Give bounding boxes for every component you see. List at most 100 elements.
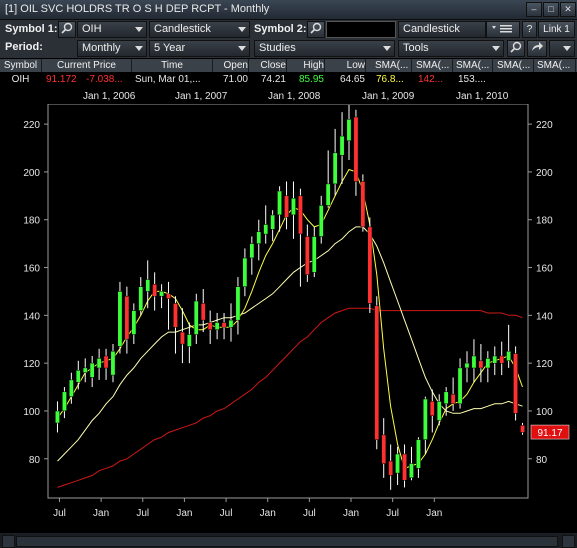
candlestick-chart[interactable]: 80 80 100 100 120 120 140 140 160 160 180 180 200 200…	[0, 103, 577, 533]
chart-window: [1] OIL SVC HOLDRS TR O S H DEP RCPT - M…	[0, 0, 577, 548]
candle-down	[207, 322, 213, 330]
quote-open: 71.00	[222, 74, 248, 85]
candle-up	[62, 391, 67, 412]
candle-down	[388, 460, 394, 476]
col-time[interactable]: Time	[132, 59, 213, 72]
tools-select[interactable]: Tools	[398, 40, 504, 57]
candle-up	[55, 410, 60, 424]
symbol2-input[interactable]	[326, 21, 396, 38]
quote-change: -7.038...	[86, 74, 123, 85]
quote-symbol: OIH	[11, 74, 30, 85]
col-sma1[interactable]: SMA(...	[375, 59, 412, 72]
candle-up	[68, 379, 74, 397]
date-label-2007: Jan 1, 2007	[175, 91, 228, 102]
maximize-button[interactable]: □	[543, 2, 559, 17]
symbol1-combo[interactable]: OIH	[77, 21, 147, 38]
chevron-down-icon	[238, 27, 246, 32]
candle-up	[346, 119, 352, 142]
chevron-down-icon	[238, 46, 246, 51]
col-symbol[interactable]: Symbol	[0, 59, 42, 72]
candle-down	[381, 434, 387, 464]
y-tick-label-left: 120	[23, 359, 40, 370]
candle-up	[457, 367, 463, 405]
candle-up	[131, 310, 137, 335]
candle-up	[291, 197, 296, 216]
quote-time: Sun, Mar 01,...	[135, 74, 201, 85]
col-low[interactable]: Low	[325, 59, 366, 72]
range-value: 5 Year	[154, 42, 186, 54]
scroll-right-button[interactable]	[562, 535, 575, 548]
scroll-thumb[interactable]	[16, 536, 558, 547]
candle-up	[263, 224, 269, 235]
col-open[interactable]: Open	[213, 59, 249, 72]
candle-up	[96, 358, 102, 369]
options-select[interactable]	[549, 40, 575, 57]
candle-down	[402, 453, 407, 481]
candle-down	[166, 293, 171, 299]
candle-down	[450, 393, 456, 405]
col-sma4[interactable]: SMA(...	[497, 59, 534, 72]
close-button[interactable]: ✕	[560, 2, 576, 17]
candle-up	[464, 362, 470, 369]
col-close[interactable]: Close	[249, 59, 287, 72]
quote-high: 85.95	[298, 74, 324, 85]
candle-up	[82, 367, 88, 373]
help-button[interactable]: ?	[522, 21, 537, 38]
candle-down	[374, 305, 380, 440]
menu-button[interactable]	[486, 21, 520, 38]
chart-type1-select[interactable]: Candlestick	[149, 21, 250, 38]
candle-up	[138, 286, 144, 311]
candle-up	[506, 350, 512, 362]
x-tick-label: Jan	[260, 508, 276, 519]
candle-down	[173, 303, 178, 328]
col-sma2[interactable]: SMA(...	[416, 59, 453, 72]
quote-row[interactable]: OIH 91.172 -7.038... Sun, Mar 01,... 71.…	[0, 73, 577, 87]
chart-type2-select[interactable]: Candlestick	[398, 21, 486, 38]
tools-value: Tools	[403, 42, 429, 54]
symbol-toolbar: Symbol 1: OIH Candlestick Symbol 2: Cand…	[0, 20, 577, 39]
date-axis-top: Jan 1, 2006 Jan 1, 2007 Jan 1, 2008 Jan …	[0, 88, 577, 104]
y-tick-label-right: 180	[536, 216, 553, 227]
candle-down	[499, 355, 505, 364]
search-icon	[61, 22, 73, 34]
chevron-down-icon	[563, 46, 571, 51]
col-current-price[interactable]: Current Price	[42, 59, 132, 72]
candle-up	[277, 190, 282, 216]
candle-down	[298, 195, 303, 235]
scroll-left-button[interactable]	[2, 535, 15, 548]
candle-up	[471, 355, 477, 369]
y-tick-label-left: 220	[23, 120, 40, 131]
symbol2-search-button[interactable]	[307, 21, 325, 38]
minimize-button[interactable]: –	[526, 2, 542, 17]
candle-up	[117, 291, 123, 347]
y-tick-label-right: 200	[536, 168, 553, 179]
candle-down	[200, 303, 206, 321]
x-tick-label: Jan	[93, 508, 109, 519]
col-sma5[interactable]: SMA(...	[537, 59, 576, 72]
candle-up	[235, 286, 241, 321]
candle-up	[311, 236, 317, 273]
title-bar[interactable]: [1] OIL SVC HOLDRS TR O S H DEP RCPT - M…	[0, 0, 577, 20]
candle-down	[353, 116, 359, 182]
candle-up	[159, 291, 164, 297]
col-sma3[interactable]: SMA(...	[456, 59, 493, 72]
period-select[interactable]: Monthly	[77, 40, 147, 57]
chart-type2-value: Candlestick	[403, 23, 460, 35]
period-value: Monthly	[82, 42, 121, 54]
dropdown-menu-icon	[492, 25, 512, 33]
y-tick-label-right: 220	[536, 120, 553, 131]
candle-up	[485, 358, 491, 369]
col-high[interactable]: High	[287, 59, 325, 72]
zoom-in-button[interactable]	[507, 40, 525, 57]
candle-up	[339, 135, 345, 156]
share-button[interactable]	[527, 40, 547, 57]
horizontal-scrollbar[interactable]	[0, 533, 577, 548]
share-arrow-icon	[532, 42, 543, 51]
search-icon	[310, 22, 322, 34]
studies-select[interactable]: Studies	[254, 40, 395, 57]
link-button[interactable]: Link 1	[538, 21, 575, 38]
chart-area[interactable]: 80 80 100 100 120 120 140 140 160 160 180 180 200 200…	[0, 103, 577, 548]
candle-up	[443, 391, 449, 405]
range-select[interactable]: 5 Year	[149, 40, 250, 57]
symbol1-search-button[interactable]	[58, 21, 76, 38]
